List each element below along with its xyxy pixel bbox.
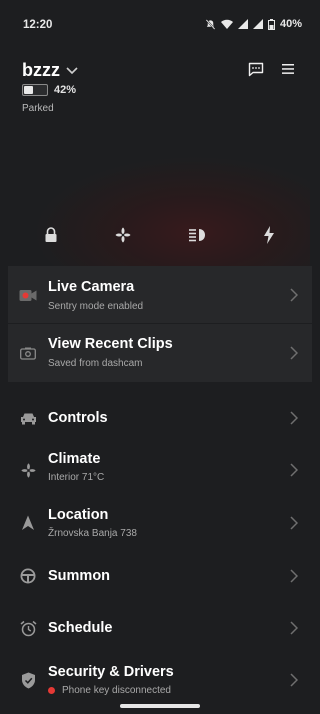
- camera-record-icon: [18, 285, 38, 305]
- controls-title: Controls: [48, 410, 108, 426]
- status-time: 12:20: [23, 19, 53, 31]
- vehicle-battery-fill: [24, 86, 33, 94]
- home-indicator[interactable]: [120, 704, 200, 708]
- security-row[interactable]: Security & Drivers Phone key disconnecte…: [0, 656, 320, 702]
- steering-wheel-icon: [18, 566, 38, 586]
- lock-icon: [45, 227, 57, 242]
- security-subtitle: Phone key disconnected: [62, 685, 171, 696]
- vehicle-state: Parked: [22, 103, 54, 114]
- chevron-right-icon: [290, 288, 298, 302]
- recent-clips-subtitle: Saved from dashcam: [48, 358, 143, 369]
- summon-row[interactable]: Summon: [0, 552, 320, 600]
- controls-row[interactable]: Controls: [0, 394, 320, 442]
- live-camera-subtitle: Sentry mode enabled: [48, 301, 144, 312]
- battery-icon: [267, 18, 275, 30]
- chevron-right-icon: [290, 411, 298, 425]
- alarm-clock-icon: [18, 618, 38, 638]
- wifi-icon: [220, 19, 233, 29]
- location-subtitle: Žrnovska Banja 738: [48, 528, 137, 539]
- status-dot: [48, 687, 55, 694]
- hamburger-menu-icon: [282, 64, 294, 74]
- summon-title: Summon: [48, 568, 111, 584]
- fan-icon: [115, 227, 131, 243]
- charge-icon: [264, 226, 274, 244]
- car-icon: [18, 408, 38, 428]
- charge-button[interactable]: [258, 224, 280, 246]
- climate-subtitle: Interior 71°C: [48, 472, 105, 483]
- status-bar: 12:20 40%: [0, 0, 320, 50]
- signal-icon: [237, 19, 248, 29]
- chevron-right-icon: [290, 463, 298, 477]
- recent-clips-title: View Recent Clips: [48, 336, 173, 352]
- messages-button[interactable]: [246, 60, 266, 78]
- lock-button[interactable]: [40, 224, 62, 246]
- headlights-button[interactable]: [186, 224, 208, 246]
- vehicle-selector[interactable]: bzzz: [22, 60, 78, 81]
- fan-icon: [18, 460, 38, 480]
- vehicle-battery: 42%: [22, 84, 76, 96]
- recent-clips-row[interactable]: View Recent Clips Saved from dashcam: [0, 324, 320, 382]
- live-camera-row[interactable]: Live Camera Sentry mode enabled: [0, 266, 320, 323]
- vehicle-battery-label: 42%: [54, 84, 77, 96]
- mute-icon: [205, 18, 216, 30]
- chevron-right-icon: [290, 621, 298, 635]
- headlights-icon: [189, 229, 205, 242]
- location-title: Location: [48, 507, 109, 523]
- message-icon: [248, 62, 264, 76]
- climate-quick-button[interactable]: [112, 224, 134, 246]
- climate-title: Climate: [48, 451, 101, 467]
- status-icons: 40%: [205, 18, 302, 30]
- clips-icon: [18, 343, 38, 363]
- status-battery-percent: 40%: [279, 18, 302, 30]
- location-row[interactable]: Location Žrnovska Banja 738: [0, 497, 320, 549]
- signal-icon-2: [252, 19, 263, 29]
- schedule-row[interactable]: Schedule: [0, 604, 320, 652]
- chevron-right-icon: [290, 673, 298, 687]
- live-camera-title: Live Camera: [48, 279, 135, 295]
- security-title: Security & Drivers: [48, 664, 174, 680]
- chevron-down-icon: [66, 66, 78, 74]
- navigation-arrow-icon: [18, 513, 38, 533]
- chevron-right-icon: [290, 516, 298, 530]
- chevron-right-icon: [290, 569, 298, 583]
- shield-icon: [18, 670, 38, 690]
- menu-button[interactable]: [278, 60, 298, 78]
- vehicle-battery-bar: [22, 84, 48, 96]
- schedule-title: Schedule: [48, 620, 113, 636]
- chevron-right-icon: [290, 346, 298, 360]
- vehicle-name: bzzz: [22, 60, 60, 80]
- climate-row[interactable]: Climate Interior 71°C: [0, 444, 320, 496]
